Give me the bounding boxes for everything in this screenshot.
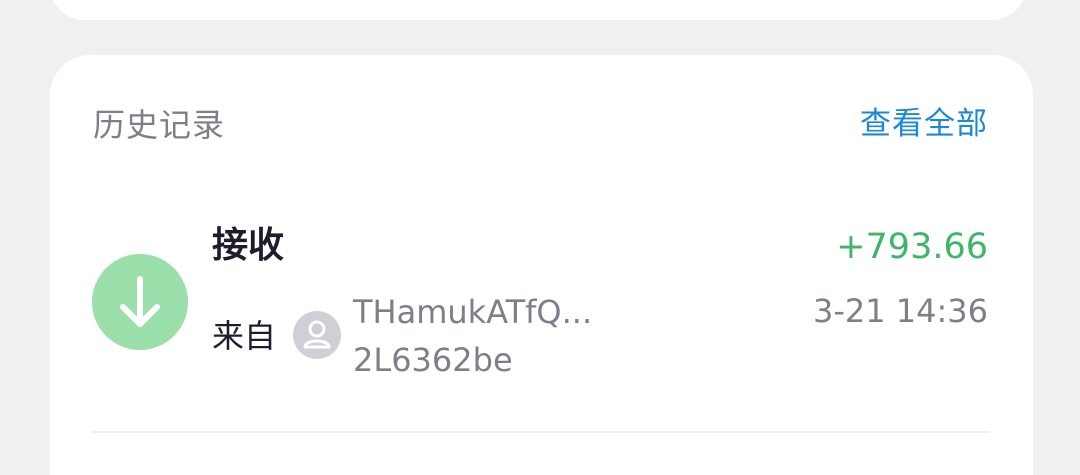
user-icon [293,311,341,359]
transaction-amount: +793.66 [836,227,988,267]
sender-address-line2: 2L6362be [353,341,513,379]
transaction-time: 3-21 14:36 [812,292,988,330]
transaction-row[interactable]: 接收 来自 THamukATfQ... 2L6362be +793.66 3-2… [50,205,1033,405]
divider [92,431,990,433]
history-card: 历史记录 查看全部 接收 来自 THamukATfQ... 2L6362be +… [50,55,1033,475]
transaction-type: 接收 [212,225,285,266]
from-label: 来自 [212,317,277,355]
sender-address-line1: THamukATfQ... [353,293,593,331]
history-title: 历史记录 [93,106,226,144]
view-all-link[interactable]: 查看全部 [860,104,988,144]
previous-card [50,0,1026,20]
arrow-down-icon [92,254,188,350]
